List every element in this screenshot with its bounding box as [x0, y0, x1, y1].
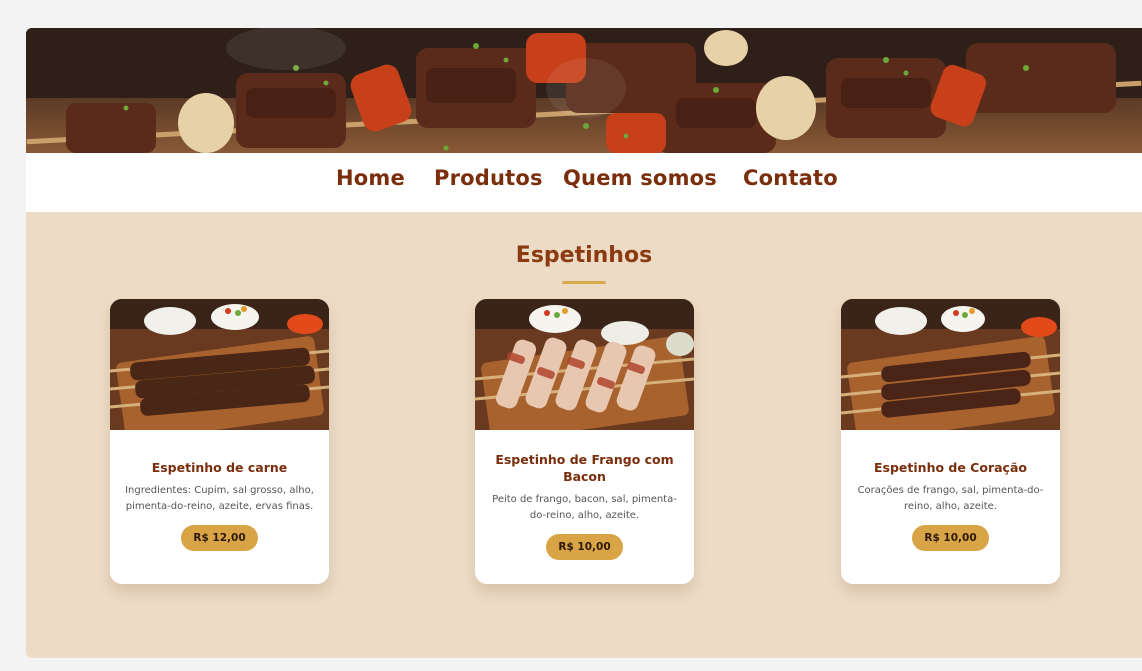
- section-title: Espetinhos: [515, 243, 653, 268]
- nav-link-produtos[interactable]: Produtos: [434, 166, 543, 190]
- product-card-body: Espetinho de carne Ingredientes: Cupim, …: [110, 430, 329, 584]
- product-image: [475, 299, 694, 430]
- price-badge[interactable]: R$ 12,00: [181, 525, 258, 551]
- product-title: Espetinho de Coração: [874, 460, 1027, 475]
- section-title-underline: [562, 281, 606, 284]
- product-card[interactable]: Espetinho de carne Ingredientes: Cupim, …: [110, 299, 329, 584]
- product-card[interactable]: Espetinho de Frango com Bacon Peito de f…: [475, 299, 694, 584]
- product-description: Ingredientes: Cupim, sal grosso, alho, p…: [125, 485, 314, 512]
- product-card[interactable]: Espetinho de Coração Corações de frango,…: [841, 299, 1060, 584]
- product-title: Espetinho de Frango com Bacon: [495, 451, 674, 484]
- nav-link-quem-somos[interactable]: Quem somos: [563, 166, 717, 190]
- product-description: Peito de frango, bacon, sal, pimenta-do-…: [492, 493, 677, 521]
- product-description: Corações de frango, sal, pimenta-do-rein…: [857, 485, 1044, 512]
- product-image: [841, 299, 1060, 430]
- page: Home Produtos Quem somos Contato Espetin…: [26, 28, 1142, 658]
- nav-link-home[interactable]: Home: [336, 166, 405, 190]
- hero-banner-image: [26, 28, 1142, 153]
- main-nav: Home Produtos Quem somos Contato: [26, 153, 1142, 212]
- price-badge[interactable]: R$ 10,00: [546, 533, 623, 560]
- product-title: Espetinho de carne: [151, 460, 288, 475]
- product-card-body: Espetinho de Coração Corações de frango,…: [841, 430, 1060, 584]
- nav-link-contato[interactable]: Contato: [743, 166, 838, 190]
- product-card-body: Espetinho de Frango com Bacon Peito de f…: [475, 430, 694, 584]
- product-image: [110, 299, 329, 430]
- price-badge[interactable]: R$ 10,00: [912, 525, 989, 551]
